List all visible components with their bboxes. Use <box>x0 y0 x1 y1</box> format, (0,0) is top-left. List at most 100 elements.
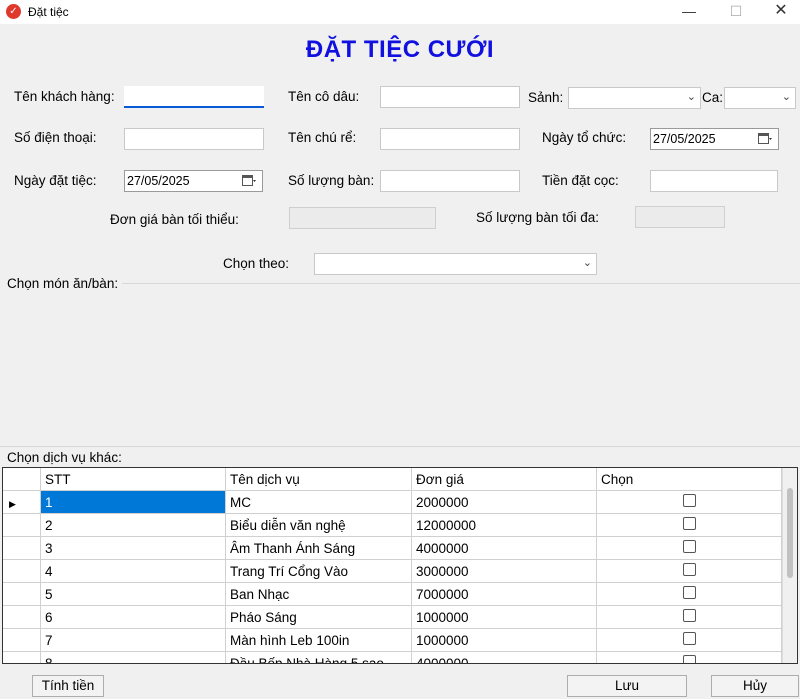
table-count-input[interactable] <box>380 170 520 192</box>
cell-price[interactable]: 1000000 <box>411 628 597 652</box>
chevron-down-icon: ⌄ <box>781 91 791 103</box>
row-selector[interactable] <box>3 536 41 560</box>
section-divider <box>0 446 800 447</box>
cell-price[interactable]: 7000000 <box>411 582 597 606</box>
cell-choose[interactable] <box>596 628 782 652</box>
services-section-label: Chọn dịch vụ khác: <box>7 450 122 465</box>
cell-price[interactable]: 2000000 <box>411 490 597 514</box>
cell-service-name[interactable]: Đầu Bếp Nhà Hàng 5 sao <box>225 651 412 663</box>
cell-service-name[interactable]: Biểu diễn văn nghệ <box>225 513 412 537</box>
booking-date-picker[interactable]: 27/05/2025 <box>124 170 263 192</box>
table-row[interactable]: 8 Đầu Bếp Nhà Hàng 5 sao 4000000 <box>3 651 782 663</box>
row-selector[interactable]: ▶ <box>3 490 41 514</box>
minimize-button[interactable]: — <box>666 0 712 24</box>
deposit-input[interactable] <box>650 170 778 192</box>
cell-choose[interactable] <box>596 536 782 560</box>
calendar-icon[interactable] <box>758 132 772 145</box>
cancel-button[interactable]: Hủy <box>711 675 799 697</box>
max-tables-field <box>635 206 725 228</box>
cell-stt[interactable]: 7 <box>40 628 226 652</box>
cell-service-name[interactable]: Âm Thanh Ánh Sáng <box>225 536 412 560</box>
bride-name-input[interactable] <box>380 86 520 108</box>
row-selector[interactable] <box>3 651 41 663</box>
hall-select[interactable]: ⌄ <box>568 87 701 109</box>
choose-checkbox[interactable] <box>682 563 696 576</box>
dishes-section-label: Chọn món ăn/bàn: <box>7 276 119 291</box>
row-selector[interactable] <box>3 582 41 606</box>
cell-choose[interactable] <box>596 651 782 663</box>
cell-stt[interactable]: 5 <box>40 582 226 606</box>
column-header-service-name[interactable]: Tên dịch vụ <box>225 468 412 491</box>
choose-checkbox[interactable] <box>682 586 696 599</box>
row-selector[interactable] <box>3 605 41 629</box>
row-selector[interactable] <box>3 559 41 583</box>
calendar-icon[interactable] <box>242 174 256 187</box>
table-row[interactable]: 3 Âm Thanh Ánh Sáng 4000000 <box>3 536 782 560</box>
groom-name-input[interactable] <box>380 128 520 150</box>
choose-checkbox[interactable] <box>682 540 696 553</box>
row-selector[interactable] <box>3 628 41 652</box>
choose-checkbox[interactable] <box>682 632 696 645</box>
cell-choose[interactable] <box>596 582 782 606</box>
calculate-button[interactable]: Tính tiền <box>32 675 104 697</box>
table-row[interactable]: 7 Màn hình Leb 100in 1000000 <box>3 628 782 652</box>
cell-choose[interactable] <box>596 559 782 583</box>
close-button[interactable]: ✕ <box>758 0 800 24</box>
min-table-price-field <box>289 207 436 229</box>
cell-service-name[interactable]: Màn hình Leb 100in <box>225 628 412 652</box>
table-row[interactable]: 5 Ban Nhạc 7000000 <box>3 582 782 606</box>
column-header-stt[interactable]: STT <box>40 468 226 491</box>
cell-stt[interactable]: 3 <box>40 536 226 560</box>
column-header-price[interactable]: Đơn giá <box>411 468 597 491</box>
cell-service-name[interactable]: Ban Nhạc <box>225 582 412 606</box>
customer-name-input[interactable] <box>124 86 264 108</box>
table-row[interactable]: 2 Biểu diễn văn nghệ 12000000 <box>3 513 782 537</box>
choose-by-select[interactable]: ⌄ <box>314 253 597 275</box>
shift-label: Ca: <box>702 90 724 105</box>
column-header-choose[interactable]: Chọn <box>596 468 782 491</box>
cell-stt[interactable]: 2 <box>40 513 226 537</box>
booking-date-label: Ngày đặt tiệc: <box>14 173 97 188</box>
cell-stt[interactable]: 6 <box>40 605 226 629</box>
services-grid[interactable]: STT Tên dịch vụ Đơn giá Chọn ▶ 1 MC 2000… <box>2 467 798 664</box>
choose-checkbox[interactable] <box>682 494 696 507</box>
cell-price[interactable]: 12000000 <box>411 513 597 537</box>
event-date-picker[interactable]: 27/05/2025 <box>650 128 779 150</box>
cell-choose[interactable] <box>596 490 782 514</box>
table-row[interactable]: ▶ 1 MC 2000000 <box>3 490 782 514</box>
min-table-price-label: Đơn giá bàn tối thiểu: <box>110 212 239 227</box>
cell-service-name[interactable]: Pháo Sáng <box>225 605 412 629</box>
cell-price[interactable]: 1000000 <box>411 605 597 629</box>
cell-service-name[interactable]: MC <box>225 490 412 514</box>
cell-stt[interactable]: 1 <box>40 490 226 514</box>
shift-select[interactable]: ⌄ <box>724 87 796 109</box>
table-row[interactable]: 4 Trang Trí Cổng Vào 3000000 <box>3 559 782 583</box>
choose-checkbox[interactable] <box>682 517 696 530</box>
cell-price[interactable]: 4000000 <box>411 651 597 663</box>
table-row[interactable]: 6 Pháo Sáng 1000000 <box>3 605 782 629</box>
cell-choose[interactable] <box>596 605 782 629</box>
cell-price[interactable]: 3000000 <box>411 559 597 583</box>
cell-price[interactable]: 4000000 <box>411 536 597 560</box>
scrollbar-thumb[interactable] <box>787 488 793 578</box>
row-header-corner <box>3 468 41 491</box>
choose-checkbox[interactable] <box>682 655 696 663</box>
grid-vertical-scrollbar[interactable] <box>782 468 797 663</box>
cell-service-name[interactable]: Trang Trí Cổng Vào <box>225 559 412 583</box>
cell-stt[interactable]: 8 <box>40 651 226 663</box>
bride-name-label: Tên cô dâu: <box>288 89 360 104</box>
maximize-button[interactable]: ☐ <box>713 0 759 24</box>
cell-choose[interactable] <box>596 513 782 537</box>
phone-input[interactable] <box>124 128 264 150</box>
chevron-down-icon: ⌄ <box>582 257 592 269</box>
choose-checkbox[interactable] <box>682 609 696 622</box>
chevron-down-icon: ⌄ <box>686 91 696 103</box>
hall-label: Sảnh: <box>528 90 564 105</box>
window-title: Đặt tiệc <box>28 5 69 19</box>
row-selector[interactable] <box>3 513 41 537</box>
save-button[interactable]: Lưu <box>567 675 687 697</box>
grid-header-row: STT Tên dịch vụ Đơn giá Chọn <box>3 468 782 491</box>
app-icon: ✓ <box>6 4 21 19</box>
cell-stt[interactable]: 4 <box>40 559 226 583</box>
customer-name-label: Tên khách hàng: <box>14 89 115 104</box>
